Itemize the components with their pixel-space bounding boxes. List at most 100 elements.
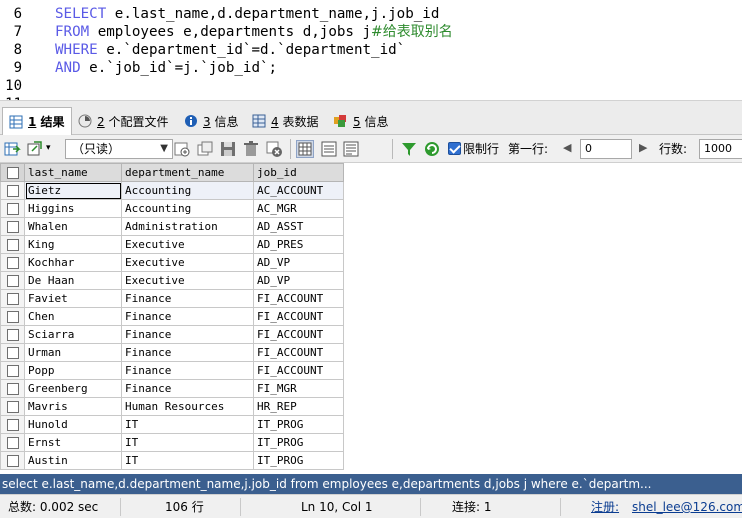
duplicate-row-icon[interactable] <box>196 140 214 158</box>
cell-job-id[interactable]: FI_ACCOUNT <box>253 289 344 308</box>
table-row[interactable]: Austin IT IT_PROG <box>0 451 344 470</box>
cell-last-name[interactable]: Whalen <box>24 217 122 236</box>
cell-job-id[interactable]: FI_ACCOUNT <box>253 307 344 326</box>
table-row[interactable]: Chen Finance FI_ACCOUNT <box>0 307 344 326</box>
row-select-checkbox[interactable] <box>0 415 25 434</box>
delete-icon[interactable] <box>242 140 260 158</box>
register-label[interactable]: 注册: <box>591 500 619 514</box>
cell-last-name[interactable]: King <box>24 235 122 254</box>
row-select-checkbox[interactable] <box>0 235 25 254</box>
table-row[interactable]: King Executive AD_PRES <box>0 235 344 254</box>
cell-department-name[interactable]: Accounting <box>121 199 254 218</box>
form-view-icon[interactable] <box>320 140 338 158</box>
table-row[interactable]: Ernst IT IT_PROG <box>0 433 344 452</box>
sql-editor[interactable]: 6 SELECT e.last_name,d.department_name,j.… <box>0 0 742 100</box>
row-select-checkbox[interactable] <box>0 361 25 380</box>
row-select-checkbox[interactable] <box>0 217 25 236</box>
cell-last-name[interactable]: Faviet <box>24 289 122 308</box>
column-header-job-id[interactable]: job_id <box>253 163 344 182</box>
cell-department-name[interactable]: Finance <box>121 361 254 380</box>
tab-table-data[interactable]: 4 表数据 <box>246 108 324 134</box>
row-select-checkbox[interactable] <box>0 271 25 290</box>
row-select-checkbox[interactable] <box>0 181 25 200</box>
code-line[interactable]: AND e.`job_id`=j.`job_id`; <box>55 59 277 77</box>
cell-last-name[interactable]: Popp <box>24 361 122 380</box>
cancel-changes-icon[interactable] <box>265 140 283 158</box>
cell-job-id[interactable]: AC_ACCOUNT <box>253 181 344 200</box>
cell-last-name[interactable]: Austin <box>24 451 122 470</box>
tab-info-2[interactable]: 5 信息 <box>328 108 394 134</box>
table-row[interactable]: Urman Finance FI_ACCOUNT <box>0 343 344 362</box>
row-select-checkbox[interactable] <box>0 379 25 398</box>
cell-job-id[interactable]: AD_PRES <box>253 235 344 254</box>
cell-job-id[interactable]: AD_VP <box>253 271 344 290</box>
cell-job-id[interactable]: IT_PROG <box>253 451 344 470</box>
row-select-checkbox[interactable] <box>0 343 25 362</box>
row-select-checkbox[interactable] <box>0 307 25 326</box>
filter-icon[interactable] <box>400 140 418 158</box>
row-select-checkbox[interactable] <box>0 199 25 218</box>
cell-department-name[interactable]: Executive <box>121 271 254 290</box>
cell-department-name[interactable]: IT <box>121 415 254 434</box>
row-select-checkbox[interactable] <box>0 289 25 308</box>
table-row[interactable]: Hunold IT IT_PROG <box>0 415 344 434</box>
code-line[interactable]: SELECT e.last_name,d.department_name,j.j… <box>55 5 439 23</box>
cell-job-id[interactable]: FI_ACCOUNT <box>253 325 344 344</box>
first-row-input[interactable]: 0 <box>580 139 632 159</box>
table-row[interactable]: Popp Finance FI_ACCOUNT <box>0 361 344 380</box>
insert-row-icon[interactable] <box>173 140 191 158</box>
grid-view-icon[interactable] <box>296 140 314 158</box>
table-row[interactable]: Mavris Human Resources HR_REP <box>0 397 344 416</box>
import-dropdown-icon[interactable]: ▾ <box>46 140 51 156</box>
table-row[interactable]: De Haan Executive AD_VP <box>0 271 344 290</box>
cell-job-id[interactable]: AD_ASST <box>253 217 344 236</box>
cell-department-name[interactable]: Executive <box>121 253 254 272</box>
previous-page-icon[interactable]: ◀ <box>563 140 571 156</box>
cell-department-name[interactable]: Finance <box>121 289 254 308</box>
read-only-mode-select[interactable]: （只读） ▼ <box>65 139 173 159</box>
next-page-icon[interactable]: ▶ <box>639 140 647 156</box>
export-icon[interactable] <box>3 140 21 158</box>
cell-department-name[interactable]: Administration <box>121 217 254 236</box>
code-line[interactable]: WHERE e.`department_id`=d.`department_id… <box>55 41 405 59</box>
cell-last-name[interactable]: Hunold <box>24 415 122 434</box>
cell-job-id[interactable]: IT_PROG <box>253 415 344 434</box>
tab-result[interactable]: 1 结果 <box>2 107 72 135</box>
row-select-checkbox[interactable] <box>0 253 25 272</box>
cell-last-name[interactable]: Urman <box>24 343 122 362</box>
cell-job-id[interactable]: AD_VP <box>253 253 344 272</box>
cell-last-name[interactable]: Gietz <box>24 181 122 200</box>
table-row[interactable]: Sciarra Finance FI_ACCOUNT <box>0 325 344 344</box>
row-select-checkbox[interactable] <box>0 433 25 452</box>
limit-rows-checkbox[interactable] <box>448 142 461 155</box>
cell-last-name[interactable]: De Haan <box>24 271 122 290</box>
register-user-link[interactable]: shel_lee@126.com <box>632 500 742 514</box>
cell-last-name[interactable]: Higgins <box>24 199 122 218</box>
cell-department-name[interactable]: Executive <box>121 235 254 254</box>
cell-department-name[interactable]: IT <box>121 433 254 452</box>
cell-department-name[interactable]: Finance <box>121 379 254 398</box>
table-row[interactable]: Greenberg Finance FI_MGR <box>0 379 344 398</box>
cell-department-name[interactable]: Accounting <box>121 181 254 200</box>
refresh-icon[interactable] <box>423 140 441 158</box>
table-row[interactable]: Whalen Administration AD_ASST <box>0 217 344 236</box>
cell-department-name[interactable]: IT <box>121 451 254 470</box>
code-line[interactable]: FROM employees e,departments d,jobs j#给表… <box>55 23 453 41</box>
rows-input[interactable]: 1000 <box>699 139 742 159</box>
cell-job-id[interactable]: HR_REP <box>253 397 344 416</box>
cell-job-id[interactable]: FI_ACCOUNT <box>253 343 344 362</box>
column-header-last-name[interactable]: last_name <box>24 163 122 182</box>
table-row[interactable]: Higgins Accounting AC_MGR <box>0 199 344 218</box>
cell-last-name[interactable]: Mavris <box>24 397 122 416</box>
cell-last-name[interactable]: Sciarra <box>24 325 122 344</box>
text-view-icon[interactable] <box>342 140 360 158</box>
cell-department-name[interactable]: Finance <box>121 343 254 362</box>
cell-last-name[interactable]: Greenberg <box>24 379 122 398</box>
table-row[interactable]: Gietz Accounting AC_ACCOUNT <box>0 181 344 200</box>
cell-last-name[interactable]: Ernst <box>24 433 122 452</box>
cell-last-name[interactable]: Kochhar <box>24 253 122 272</box>
import-icon[interactable] <box>26 140 44 158</box>
row-select-checkbox[interactable] <box>0 325 25 344</box>
row-select-checkbox[interactable] <box>0 451 25 470</box>
cell-job-id[interactable]: AC_MGR <box>253 199 344 218</box>
